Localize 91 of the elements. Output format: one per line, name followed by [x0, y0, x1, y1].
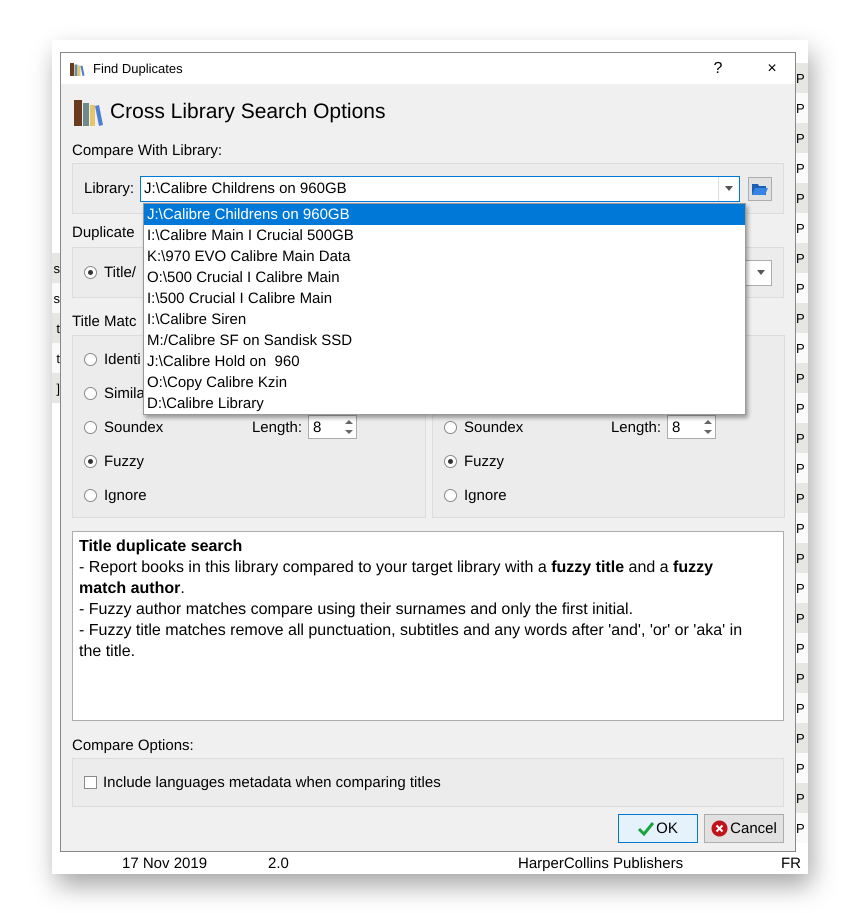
- dialog-heading: Cross Library Search Options: [110, 100, 386, 124]
- background-text: 17 Nov 2019: [122, 854, 208, 872]
- dropdown-item[interactable]: J:\Calibre Hold on 960: [144, 351, 745, 372]
- description-text: - Report books in this library compared to your target library with a fuzzy title and a fuzzy match author.: [79, 558, 714, 599]
- dropdown-item[interactable]: I:\Calibre Siren: [144, 309, 745, 330]
- dropdown-item[interactable]: I:\Calibre Main I Crucial 500GB: [144, 225, 745, 246]
- radio-button[interactable]: [84, 386, 97, 400]
- radio-label: Ignore: [464, 486, 507, 504]
- length-label: Length:: [252, 418, 302, 436]
- background-text: HarperCollins Publishers: [518, 854, 684, 872]
- background-text: P: [796, 490, 805, 506]
- background-text: P: [796, 310, 805, 326]
- background-text: s: [54, 290, 60, 306]
- background-text: P: [796, 70, 805, 86]
- dropdown-item[interactable]: D:\Calibre Library: [144, 393, 745, 414]
- background-text: P: [796, 730, 805, 746]
- window-title: Find Duplicates: [93, 61, 184, 76]
- background-text: ]: [56, 380, 60, 396]
- dropdown-item[interactable]: O:\Copy Calibre Kzin: [144, 372, 745, 393]
- radio-label: Soundex: [464, 418, 524, 436]
- dropdown-item[interactable]: O:\500 Crucial I Calibre Main: [144, 267, 745, 288]
- background-text: P: [796, 130, 805, 146]
- background-text: P: [796, 670, 805, 686]
- cancel-icon: [711, 820, 728, 837]
- help-button[interactable]: ?: [695, 53, 741, 84]
- background-text: P: [796, 820, 805, 836]
- background-text: P: [796, 250, 805, 266]
- dropdown-item[interactable]: I:\500 Crucial I Calibre Main: [144, 288, 745, 309]
- length-spinbox[interactable]: 8: [667, 415, 716, 439]
- books-icon: [69, 60, 85, 76]
- length-label: Length:: [610, 418, 661, 436]
- background-text: P: [796, 220, 805, 236]
- background-text: P: [796, 430, 805, 446]
- radio-button[interactable]: [444, 454, 457, 468]
- dropdown-item[interactable]: J:\Calibre Childrens on 960GB: [144, 204, 745, 225]
- caret-icon: [725, 186, 734, 191]
- cancel-button[interactable]: Cancel: [704, 814, 784, 843]
- length-spinbox[interactable]: 8: [308, 415, 357, 439]
- background-text: P: [796, 640, 805, 656]
- background-text: 2.0: [268, 854, 290, 872]
- background-text: P: [796, 610, 805, 626]
- background-text: P: [796, 370, 805, 386]
- background-text: P: [796, 460, 805, 476]
- description-title: Title duplicate search: [79, 537, 244, 557]
- close-button[interactable]: ×: [749, 53, 795, 84]
- background-text: P: [796, 160, 805, 176]
- radio-button[interactable]: [84, 352, 97, 366]
- library-combobox[interactable]: J:\Calibre Childrens on 960GB: [140, 176, 740, 202]
- section-label: Compare Options:: [72, 736, 194, 756]
- radio-button[interactable]: [84, 488, 97, 502]
- background-text: t: [56, 320, 60, 336]
- background-text: P: [796, 340, 805, 356]
- radio-label: Simila: [104, 384, 145, 402]
- radio-label: Title/: [104, 264, 136, 281]
- dropdown-item[interactable]: K:\970 EVO Calibre Main Data: [144, 246, 745, 267]
- section-label: Title Matc: [72, 312, 136, 332]
- background-text: P: [796, 760, 805, 776]
- checkmark-icon: [638, 822, 654, 836]
- radio-button[interactable]: [84, 266, 97, 279]
- section-label: Duplicate: [72, 223, 135, 243]
- radio-button[interactable]: [84, 454, 97, 468]
- radio-button[interactable]: [444, 420, 457, 434]
- background-text: t: [56, 350, 60, 366]
- radio-label: Identi: [104, 350, 141, 368]
- radio-label: Soundex: [104, 418, 164, 436]
- section-label: Compare With Library:: [72, 141, 222, 161]
- background-text: P: [796, 700, 805, 716]
- radio-button[interactable]: [84, 420, 97, 434]
- background-text: P: [796, 100, 805, 116]
- background-text: P: [796, 550, 805, 566]
- background-text: s: [54, 260, 60, 276]
- radio-label: Fuzzy: [104, 452, 144, 470]
- description-text: - Fuzzy author matches compare using their surnames and only the first initial.: [79, 600, 634, 620]
- radio-label: Ignore: [104, 486, 147, 504]
- library-label: Library:: [84, 180, 134, 197]
- background-text: P: [796, 190, 805, 206]
- checkbox[interactable]: [84, 776, 97, 789]
- background-text: P: [796, 790, 805, 806]
- background-text: FR: [781, 854, 802, 872]
- dropdown-item[interactable]: M:/Calibre SF on Sandisk SSD: [144, 330, 745, 351]
- ok-button[interactable]: OK: [618, 814, 698, 843]
- background-text: P: [796, 400, 805, 416]
- checkbox-label: Include languages metadata when comparing titles: [103, 774, 441, 791]
- folder-button[interactable]: [748, 176, 772, 200]
- radio-label: Fuzzy: [464, 452, 504, 470]
- background-text: P: [796, 580, 805, 596]
- background-text: P: [796, 280, 805, 296]
- radio-button[interactable]: [444, 488, 457, 502]
- background-text: P: [796, 520, 805, 536]
- caret-icon: [757, 270, 765, 275]
- description-text: - Fuzzy title matches remove all punctuation, subtitles and any words after 'and', 'or' or 'aka' in the title.: [79, 621, 744, 662]
